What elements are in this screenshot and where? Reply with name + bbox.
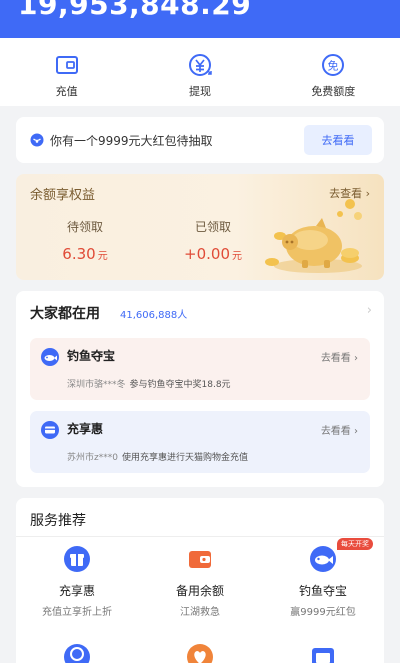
balance-amount: 19,953,848.29 [18, 0, 252, 21]
free-quota-button[interactable]: 免 免费额度 [267, 38, 400, 106]
tree-icon[interactable] [62, 642, 92, 663]
service-chongxianghui[interactable]: 充享惠 充值立享折上折 [17, 544, 137, 618]
popular-item-name: 充享惠 [67, 422, 104, 436]
perk-pending-label: 待领取 [66, 220, 103, 234]
service-name: 充享惠 [58, 584, 95, 598]
withdraw-label: 提现 [188, 85, 211, 98]
popular-item-go[interactable]: 去看看 › [321, 422, 358, 437]
popular-item-desc-text: 使用充享惠进行天猫购物金充值 [121, 453, 248, 463]
popular-item-desc-text: 参与钓鱼夺宝中奖18.8元 [129, 380, 231, 390]
divider [16, 536, 384, 537]
service-sub: 赢9999元红包 [290, 607, 356, 618]
service-name: 钓鱼夺宝 [298, 584, 347, 598]
popular-item-go-label: 去看看 [320, 353, 351, 364]
red-packet-text: 你有一个9999元大红包待抽取 [50, 133, 213, 148]
recharge-label: 充值 [55, 85, 78, 98]
card-recharge-icon [41, 421, 59, 439]
popular-item-desc: 深圳市骆***冬 参与钓鱼夺宝中奖18.8元 [67, 377, 231, 390]
free-quota-icon: 免 [322, 54, 345, 76]
piggy-bank-icon [265, 199, 362, 273]
balance-perk-card[interactable]: 余额享权益 去查看 › 待领取 6.30 元 已领取 +0.00 元 [16, 174, 384, 280]
popular-item-desc: 苏州市z***0 使用充享惠进行天猫购物金充值 [67, 450, 248, 463]
service-sub: 江湖救急 [180, 607, 220, 618]
calendar-icon[interactable] [308, 642, 338, 663]
perk-title: 余额享权益 [30, 188, 96, 203]
perk-received-value: +0.00 元 [158, 245, 268, 263]
popular-item-go-label: 去看看 [320, 426, 351, 437]
chevron-right-icon[interactable]: › [367, 303, 372, 318]
service-fishing[interactable]: 每天开奖 钓鱼夺宝 赢9999元红包 [263, 538, 383, 618]
popular-section: 大家都在用 41,606,888人 › 钓鱼夺宝 去看看 › 深圳市骆***冬参… [16, 291, 384, 487]
heart-icon[interactable] [185, 642, 215, 663]
service-sub: 充值立享折上折 [42, 607, 112, 618]
fishing-icon [310, 546, 336, 572]
services-title: 服务推荐 [30, 513, 86, 529]
services-section: 服务推荐 充享惠 充值立享折上折 备用余额 江湖救急 每天开奖 钓鱼夺宝 赢99… [16, 498, 384, 663]
yuan-withdraw-icon [188, 54, 212, 76]
svg-text:免: 免 [328, 59, 339, 73]
perk-received: 已领取 +0.00 元 [158, 218, 268, 263]
popular-item-go[interactable]: 去看看 › [321, 349, 358, 364]
daily-draw-badge: 每天开奖 [337, 538, 373, 550]
perk-received-amount: +0.00 [184, 245, 230, 263]
wallet-icon [55, 56, 78, 74]
popular-item-fishing[interactable]: 钓鱼夺宝 去看看 › 深圳市骆***冬 参与钓鱼夺宝中奖18.8元 [30, 338, 370, 400]
perk-pending-unit: 元 [97, 251, 108, 262]
header-bar: 19,953,848.29 [0, 0, 400, 38]
chevron-right-icon: › [354, 426, 358, 437]
perk-pending: 待领取 6.30 元 [30, 218, 140, 263]
perk-received-label: 已领取 [194, 220, 231, 234]
perk-pending-value: 6.30 元 [30, 245, 140, 263]
popular-user-count: 41,606,888人 [120, 310, 188, 321]
withdraw-button[interactable]: 提现 [133, 38, 266, 106]
red-packet-banner[interactable]: 你有一个9999元大红包待抽取 去看看 [16, 117, 384, 163]
action-bar: 充值 提现 免 免费额度 [0, 38, 400, 106]
popular-item-name: 钓鱼夺宝 [67, 349, 116, 363]
perk-pending-amount: 6.30 [62, 245, 96, 263]
recharge-button[interactable]: 充值 [0, 38, 133, 106]
wallet-icon [189, 551, 211, 568]
popular-item-user: 深圳市骆***冬 [67, 380, 126, 390]
red-packet-icon [30, 133, 44, 147]
popular-item-chongxianghui[interactable]: 充享惠 去看看 › 苏州市z***0 使用充享惠进行天猫购物金充值 [30, 411, 370, 473]
service-name: 备用余额 [175, 584, 224, 598]
red-packet-go-button[interactable]: 去看看 [304, 125, 372, 155]
popular-item-user: 苏州市z***0 [67, 453, 118, 463]
perk-received-unit: 元 [231, 251, 242, 262]
fishing-icon [41, 348, 59, 366]
popular-title: 大家都在用 [30, 306, 100, 322]
free-quota-label: 免费额度 [311, 85, 356, 98]
gift-icon [64, 546, 90, 572]
service-backup-balance[interactable]: 备用余额 江湖救急 [140, 544, 260, 618]
chevron-right-icon: › [354, 353, 358, 364]
